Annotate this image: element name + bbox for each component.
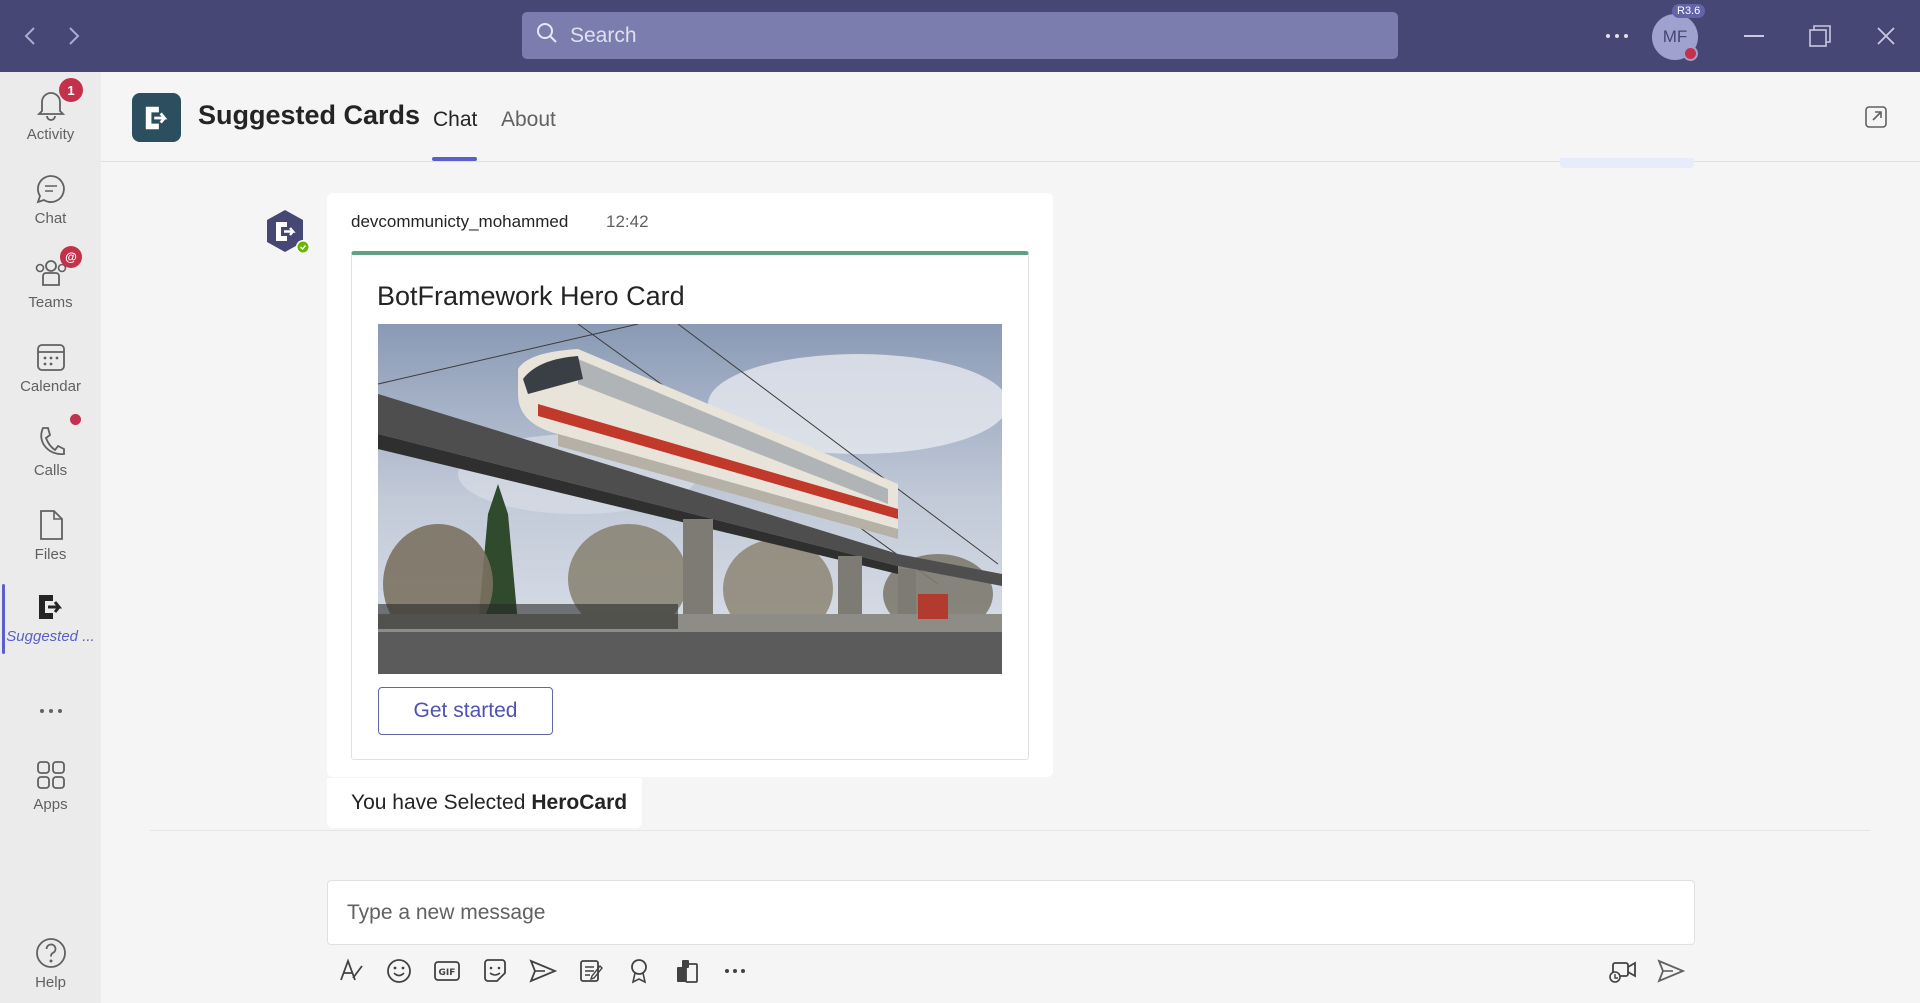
message-sender: devcommunicty_mohammed xyxy=(351,212,569,231)
reply-selected-card: HeroCard xyxy=(531,791,628,814)
phone-icon xyxy=(34,424,68,458)
rail-item-help[interactable]: Help xyxy=(0,930,101,1003)
bot-avatar xyxy=(263,208,313,258)
search-box[interactable] xyxy=(522,12,1398,59)
video-clip-icon[interactable] xyxy=(1607,955,1639,987)
active-tab-indicator xyxy=(432,157,477,161)
gif-icon[interactable]: GIF xyxy=(431,955,463,987)
rail-item-activity[interactable]: Activity xyxy=(0,82,101,162)
rail-active-indicator xyxy=(2,584,5,654)
back-arrow-icon[interactable] xyxy=(16,22,44,50)
rail-item-calls[interactable]: Calls xyxy=(0,418,101,498)
search-icon xyxy=(536,22,558,49)
praise-icon[interactable] xyxy=(623,955,655,987)
rail-item-label: Help xyxy=(35,974,66,991)
rail-item-label: Apps xyxy=(33,796,68,813)
send-icon[interactable] xyxy=(1655,955,1687,987)
activity-badge: 1 xyxy=(59,78,83,102)
rail-item-label: Calendar xyxy=(20,378,81,395)
loop-component-icon[interactable] xyxy=(575,955,607,987)
minimize-icon[interactable] xyxy=(1738,20,1770,52)
help-question-icon xyxy=(34,936,68,970)
tab-about[interactable]: About xyxy=(501,108,556,132)
calls-dot-badge xyxy=(70,414,81,425)
format-icon[interactable] xyxy=(335,955,367,987)
page-title: Suggested Cards xyxy=(198,100,421,130)
pop-out-icon[interactable] xyxy=(1864,105,1890,131)
selection-reply-message: You have Selected HeroCard xyxy=(327,778,642,828)
file-icon xyxy=(34,508,68,542)
rail-item-label: Chat xyxy=(34,210,67,227)
sticker-icon[interactable] xyxy=(479,955,511,987)
suggested-cards-app-icon xyxy=(34,590,68,624)
rail-item-calendar[interactable]: Calendar xyxy=(0,334,101,414)
apps-grid-icon xyxy=(34,758,68,792)
more-actions-icon[interactable] xyxy=(719,955,751,987)
rail-item-label: Suggested ... xyxy=(6,628,95,645)
compose-box[interactable] xyxy=(327,880,1695,945)
rail-more-apps[interactable] xyxy=(0,688,101,728)
chat-bubble-icon xyxy=(34,172,68,206)
hero-card-image xyxy=(378,324,1002,674)
more-options-icon[interactable] xyxy=(1601,20,1633,52)
app-rail: Activity 1 Chat Teams @ Calendar Calls F… xyxy=(0,72,101,1003)
rail-item-apps[interactable]: Apps xyxy=(0,752,101,832)
rail-item-chat[interactable]: Chat xyxy=(0,166,101,246)
svg-text:GIF: GIF xyxy=(439,968,456,978)
version-badge: R3.6 xyxy=(1672,4,1706,18)
schedule-send-icon[interactable] xyxy=(527,955,559,987)
compose-divider xyxy=(150,830,1870,831)
close-icon[interactable] xyxy=(1870,20,1902,52)
emoji-icon[interactable] xyxy=(383,955,415,987)
rail-item-teams[interactable]: Teams xyxy=(0,250,101,330)
previous-message-bubble xyxy=(1560,158,1694,168)
restore-icon[interactable] xyxy=(1804,20,1836,52)
more-horizontal-icon xyxy=(34,694,68,728)
rail-item-label: Files xyxy=(34,546,67,563)
rail-item-label: Calls xyxy=(33,462,68,479)
tab-chat[interactable]: Chat xyxy=(433,108,477,132)
rail-item-label: Teams xyxy=(28,294,73,311)
reply-prefix: You have Selected xyxy=(351,791,526,814)
get-started-button[interactable]: Get started xyxy=(378,687,553,735)
calendar-icon xyxy=(34,340,68,374)
app-header: Suggested Cards Chat About xyxy=(101,72,1920,162)
forward-arrow-icon[interactable] xyxy=(60,22,88,50)
hero-card-title: BotFramework Hero Card xyxy=(377,281,685,311)
apps-integration-icon[interactable] xyxy=(671,955,703,987)
teams-mention-badge: @ xyxy=(60,246,82,268)
rail-item-suggested-cards[interactable]: Suggested ... xyxy=(0,584,101,664)
rail-item-files[interactable]: Files xyxy=(0,502,101,582)
app-logo-icon xyxy=(132,93,181,142)
message-input[interactable] xyxy=(347,900,1647,925)
message-timestamp: 12:42 xyxy=(606,212,649,231)
title-bar: MF R3.6 xyxy=(0,0,1920,72)
search-input[interactable] xyxy=(570,23,1350,48)
presence-status-icon xyxy=(1683,46,1698,61)
rail-item-label: Activity xyxy=(26,126,75,143)
